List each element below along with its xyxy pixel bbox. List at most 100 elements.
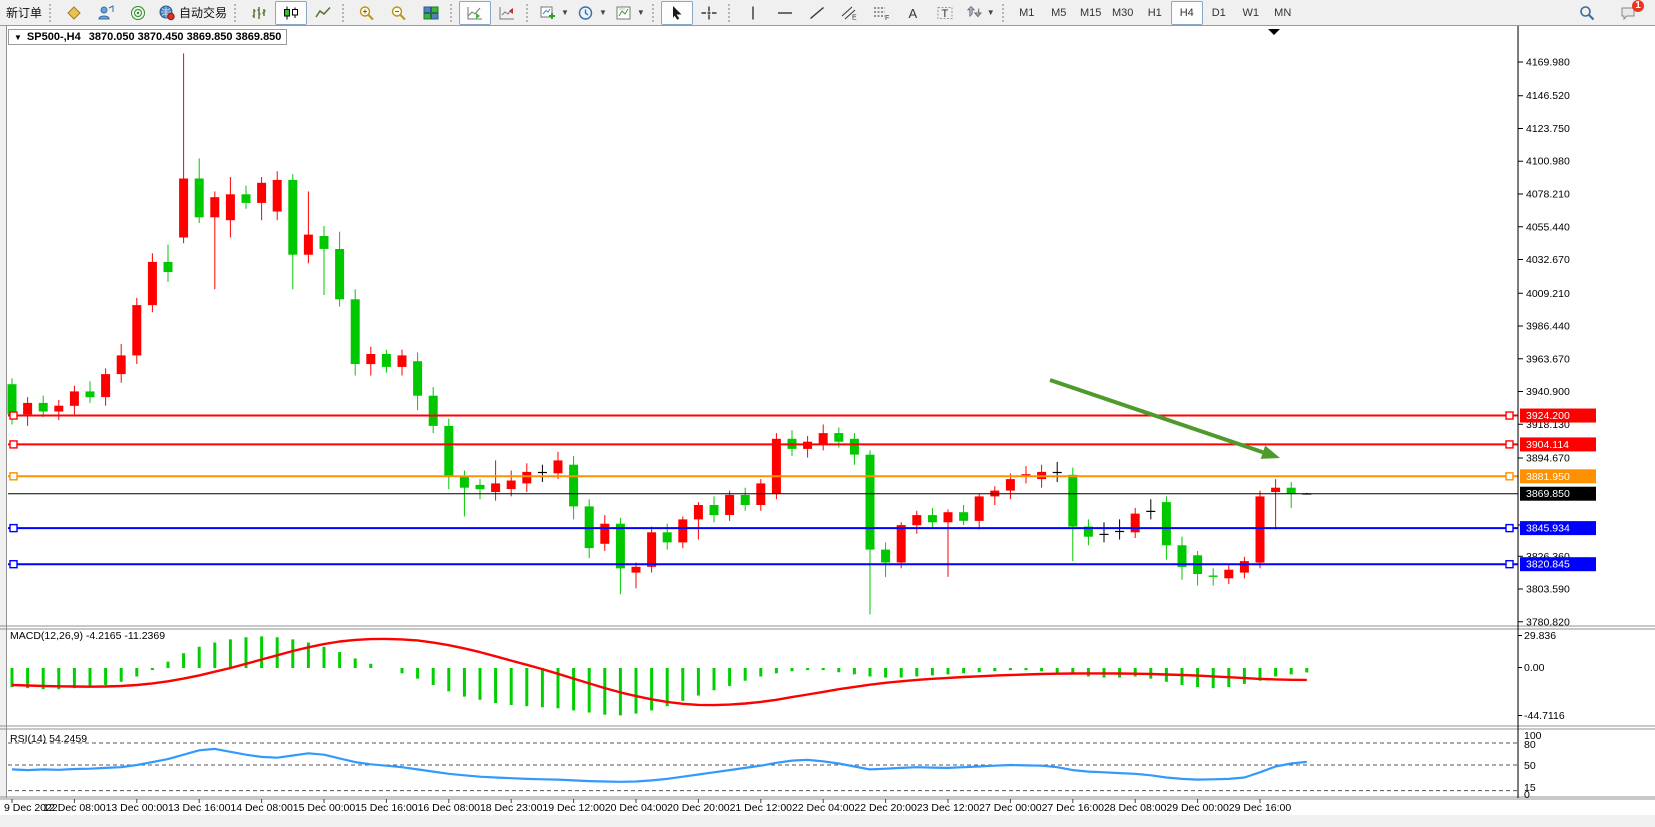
candle-body: [257, 183, 266, 203]
dropdown-caret-icon[interactable]: ▼: [637, 8, 645, 17]
notification-badge: 1: [1632, 0, 1644, 12]
chat-button[interactable]: 1: [1613, 1, 1645, 25]
zoom-out-button[interactable]: [383, 1, 415, 25]
autotrade-button[interactable]: 自动交易: [154, 1, 231, 25]
time-axis-label: 20 Dec 20:00: [667, 802, 730, 814]
rsi-axis-label: 50: [1524, 760, 1536, 772]
svg-text:T: T: [941, 8, 948, 20]
tf-h1-button[interactable]: H1: [1139, 1, 1171, 25]
candle-body: [1006, 479, 1015, 491]
line-handle[interactable]: [1506, 525, 1513, 532]
quote-icon: [65, 5, 83, 21]
candle-body: [600, 524, 609, 544]
candlestick-button[interactable]: [275, 1, 307, 25]
crosshair-button[interactable]: [693, 1, 725, 25]
price-axis-label: 3986.440: [1526, 321, 1570, 333]
fibonacci-button[interactable]: F: [865, 1, 897, 25]
tf-h4-button[interactable]: H4: [1171, 1, 1203, 25]
text-icon: A: [904, 5, 922, 21]
text-button[interactable]: A: [897, 1, 929, 25]
candle-body: [928, 515, 937, 522]
line-handle[interactable]: [1506, 473, 1513, 480]
time-axis-label: 14 Dec 08:00: [230, 802, 293, 814]
tf-m1-button[interactable]: M1: [1011, 1, 1043, 25]
time-axis-label: 27 Dec 00:00: [979, 802, 1042, 814]
hline-button[interactable]: [769, 1, 801, 25]
cursor-button[interactable]: [661, 1, 693, 25]
time-axis-label: 19 Dec 12:00: [542, 802, 605, 814]
ohlc-values: 3870.050 3870.450 3869.850 3869.850: [89, 31, 282, 43]
line-handle[interactable]: [10, 561, 17, 568]
tf-mn-button[interactable]: MN: [1267, 1, 1299, 25]
rsi-axis-label: 0: [1524, 789, 1530, 801]
chart-canvas[interactable]: MACD(12,26,9) -4.2165 -11.2369RSI(14) 54…: [0, 26, 1655, 827]
time-axis-label: 29 Dec 16:00: [1229, 802, 1292, 814]
line-chart-button[interactable]: [307, 1, 339, 25]
dropdown-caret-icon[interactable]: ▼: [987, 8, 995, 17]
bar-chart-button[interactable]: [243, 1, 275, 25]
candle-body: [1209, 576, 1218, 577]
time-axis-label: 28 Dec 08:00: [1104, 802, 1167, 814]
candle-body: [1271, 488, 1280, 492]
toolbar-separator: [652, 4, 657, 22]
candle-body: [1131, 514, 1140, 533]
shapes-button[interactable]: ▼: [961, 1, 999, 25]
tf-m15-button[interactable]: M15: [1075, 1, 1107, 25]
tf-m5-button[interactable]: M5: [1043, 1, 1075, 25]
tf-m5-button-label: M5: [1051, 7, 1066, 19]
candle-body: [538, 472, 547, 473]
line-handle[interactable]: [1506, 441, 1513, 448]
candle-body: [741, 495, 750, 505]
candle-body: [335, 249, 344, 299]
tile-windows-button[interactable]: [415, 1, 447, 25]
profile-button[interactable]: [90, 1, 122, 25]
label-button[interactable]: T: [929, 1, 961, 25]
time-axis-label: 20 Dec 04:00: [605, 802, 668, 814]
tf-d1-button[interactable]: D1: [1203, 1, 1235, 25]
candle-body: [1053, 472, 1062, 473]
dropdown-caret-icon[interactable]: ▼: [599, 8, 607, 17]
zoom-in-button[interactable]: [351, 1, 383, 25]
candle-body: [117, 355, 126, 374]
chart-ohlc-header[interactable]: ▼ SP500-,H4 3870.050 3870.450 3869.850 3…: [8, 29, 287, 45]
period-button[interactable]: ▼: [573, 1, 611, 25]
line-price-tag-text: 3820.845: [1526, 559, 1570, 571]
line-handle[interactable]: [1506, 561, 1513, 568]
autoscroll-button[interactable]: [459, 1, 491, 25]
line-handle[interactable]: [10, 412, 17, 419]
template-button[interactable]: ▼: [611, 1, 649, 25]
tile-windows-icon: [422, 5, 440, 21]
dropdown-caret-icon[interactable]: ▼: [561, 8, 569, 17]
chart-shift-icon: [498, 5, 516, 21]
time-axis-label: 27 Dec 16:00: [1042, 802, 1105, 814]
line-handle[interactable]: [10, 473, 17, 480]
collapse-arrow-icon[interactable]: ▼: [14, 33, 22, 42]
candle-body: [226, 194, 235, 220]
tf-w1-button[interactable]: W1: [1235, 1, 1267, 25]
candle-body: [39, 403, 48, 412]
candle-body: [944, 512, 953, 522]
new-chart-button[interactable]: ▼: [535, 1, 573, 25]
candle-body: [1115, 531, 1124, 532]
price-axis-label: 4100.980: [1526, 156, 1570, 168]
trendline-button[interactable]: [801, 1, 833, 25]
channel-button[interactable]: E: [833, 1, 865, 25]
line-handle[interactable]: [1506, 412, 1513, 419]
candle-body: [320, 236, 329, 249]
new-order-button[interactable]: 新订单: [2, 1, 46, 25]
line-handle[interactable]: [10, 525, 17, 532]
toolbar-separator: [1002, 4, 1007, 22]
candle-body: [1287, 488, 1296, 494]
plot-area[interactable]: [6, 26, 1518, 798]
quotes-button[interactable]: [58, 1, 90, 25]
chart-shift-button[interactable]: [491, 1, 523, 25]
search-button[interactable]: [1571, 1, 1603, 25]
line-handle[interactable]: [10, 441, 17, 448]
zoom-out-icon: [390, 5, 408, 21]
vline-button[interactable]: [737, 1, 769, 25]
cursor-icon: [668, 5, 686, 21]
tf-m30-button[interactable]: M30: [1107, 1, 1139, 25]
macd-axis-label: 29.836: [1524, 630, 1556, 642]
signal-button[interactable]: [122, 1, 154, 25]
time-axis-label: 15 Dec 16:00: [355, 802, 418, 814]
